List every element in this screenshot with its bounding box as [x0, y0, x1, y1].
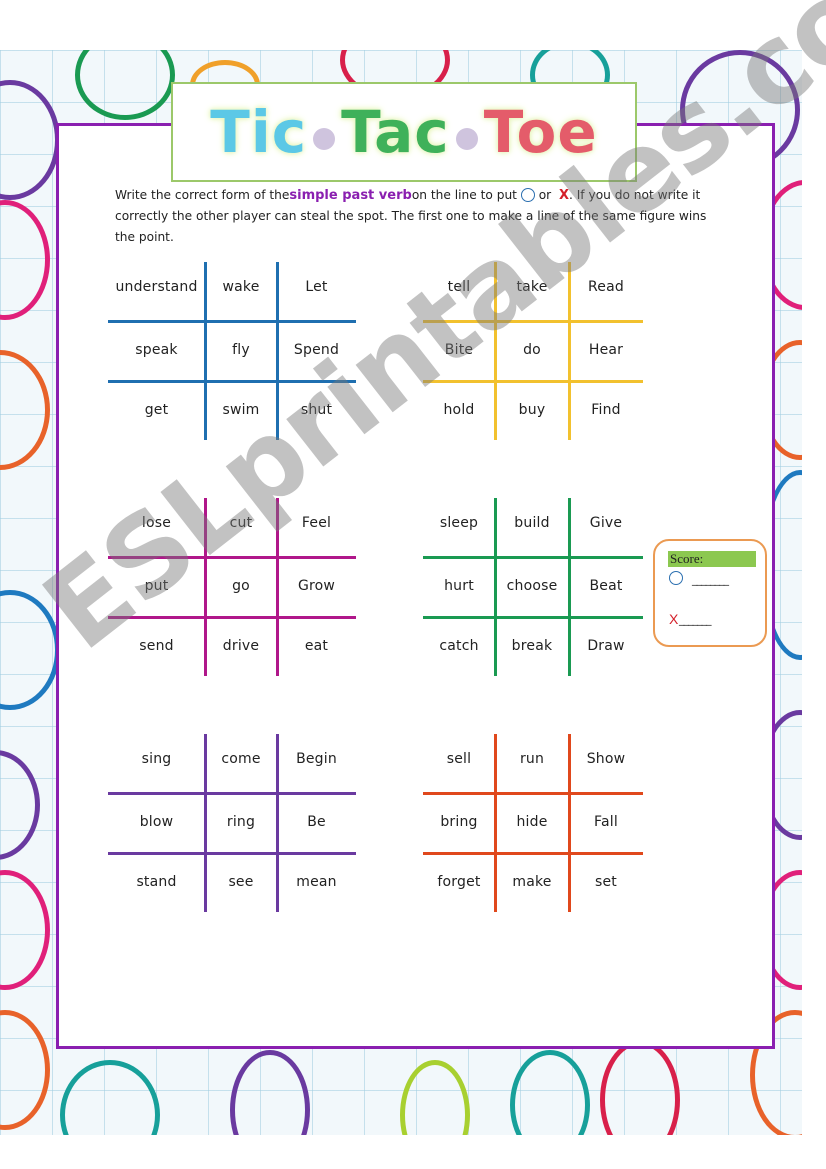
grid-cell[interactable]: put — [108, 557, 205, 615]
circle-score-line[interactable]: ________ — [692, 573, 729, 586]
page-title: Tic Tac Toe — [210, 98, 597, 166]
grid-cell[interactable]: fly — [205, 321, 277, 379]
grid-cell[interactable]: speak — [108, 321, 205, 379]
grid-cell[interactable]: build — [495, 494, 569, 552]
grid-cell[interactable]: Fall — [569, 793, 643, 851]
doodle-purple-face-icon — [230, 1050, 310, 1135]
grid-cell[interactable]: eat — [277, 617, 356, 675]
title-banner: Tic Tac Toe — [171, 82, 637, 182]
grid-cell[interactable]: run — [495, 730, 569, 788]
grid-cell[interactable]: ring — [205, 793, 277, 851]
grid-cell[interactable]: sleep — [423, 494, 495, 552]
grid-cell[interactable]: Draw — [569, 617, 643, 675]
instructions: Write the correct form of thesimple past… — [115, 185, 715, 248]
grid-cell[interactable]: wake — [205, 258, 277, 316]
doodle-green-face-icon — [75, 50, 175, 120]
title-word-toe: Toe — [483, 98, 598, 166]
grid-cell[interactable]: lose — [108, 494, 205, 552]
grid-cell[interactable]: come — [205, 730, 277, 788]
grid-cell[interactable]: mean — [277, 853, 356, 911]
grid-cell[interactable]: Give — [569, 494, 643, 552]
grid-cell[interactable]: take — [495, 258, 569, 316]
grid-cell[interactable]: get — [108, 381, 205, 439]
grid-cell[interactable]: tell — [423, 258, 495, 316]
grid-cell[interactable]: see — [205, 853, 277, 911]
doodle-orange-face-icon — [0, 350, 50, 470]
orange-grid: sell run Show bring hide Fall forget make set — [423, 734, 643, 912]
grid-cell[interactable]: make — [495, 853, 569, 911]
grid-cell[interactable]: Show — [569, 730, 643, 788]
grid-cell[interactable]: stand — [108, 853, 205, 911]
yellow-grid: tell take Read Bite do Hear hold buy Find — [423, 262, 643, 440]
title-word-tic: Tic — [210, 98, 308, 166]
score-label: Score: — [668, 551, 756, 567]
x-icon: X — [558, 188, 569, 203]
grid-cell[interactable]: hold — [423, 381, 495, 439]
doodle-purple-face-icon — [0, 80, 60, 200]
grid-cell[interactable]: hurt — [423, 557, 495, 615]
title-dot-icon — [313, 128, 336, 150]
instructions-or: or — [538, 188, 552, 202]
grid-cell[interactable]: Bite — [423, 321, 495, 379]
doodle-pink-face-icon — [0, 200, 50, 320]
grid-cell[interactable]: choose — [495, 557, 569, 615]
grid-cell[interactable]: forget — [423, 853, 495, 911]
grid-cell[interactable]: go — [205, 557, 277, 615]
doodle-teal-face-icon — [60, 1060, 160, 1135]
doodle-orange-face-icon — [0, 1010, 50, 1130]
x-score-line[interactable]: _______ — [679, 613, 711, 626]
doodle-teal-face-icon — [510, 1050, 590, 1135]
doodle-lime-face-icon — [400, 1060, 470, 1135]
grid-cell[interactable]: Find — [569, 381, 643, 439]
magenta-grid: lose cut Feel put go Grow send drive eat — [108, 498, 356, 676]
doodle-red-face-icon — [600, 1040, 680, 1135]
grid-cell[interactable]: break — [495, 617, 569, 675]
title-dot-icon — [455, 128, 478, 150]
blue-grid: understand wake Let speak fly Spend get swim shu… — [108, 262, 356, 440]
grid-cell[interactable]: Spend — [277, 321, 356, 379]
grid-cell[interactable]: swim — [205, 381, 277, 439]
score-box: Score: ________ X _______ — [653, 539, 767, 647]
title-word-tac: Tac — [341, 98, 450, 166]
x-icon: X — [669, 611, 679, 627]
instructions-highlight: simple past verb — [289, 188, 412, 203]
grid-cell[interactable]: catch — [423, 617, 495, 675]
grid-cell[interactable]: Beat — [569, 557, 643, 615]
grid-cell[interactable]: set — [569, 853, 643, 911]
grid-cell[interactable]: sing — [108, 730, 205, 788]
instructions-part1: Write the correct form of the — [115, 188, 290, 202]
green-grid: sleep build Give hurt choose Beat catch break Dr… — [423, 498, 643, 676]
grid-cell[interactable]: cut — [205, 494, 277, 552]
grid-cell[interactable]: Feel — [277, 494, 356, 552]
grid-cell[interactable]: understand — [108, 258, 205, 316]
grid-cell[interactable]: drive — [205, 617, 277, 675]
grid-cell[interactable]: Hear — [569, 321, 643, 379]
grid-cell[interactable]: blow — [108, 793, 205, 851]
circle-icon — [669, 571, 683, 585]
grid-cell[interactable]: Grow — [277, 557, 356, 615]
grid-cell[interactable]: Be — [277, 793, 356, 851]
grid-cell[interactable]: shut — [277, 381, 356, 439]
grid-cell[interactable]: send — [108, 617, 205, 675]
grid-cell[interactable]: hide — [495, 793, 569, 851]
grid-cell[interactable]: Begin — [277, 730, 356, 788]
grid-cell[interactable]: bring — [423, 793, 495, 851]
grid-cell[interactable]: do — [495, 321, 569, 379]
grid-cell[interactable]: Read — [569, 258, 643, 316]
purple-grid: sing come Begin blow ring Be stand see mean — [108, 734, 356, 912]
doodle-purple-face-icon — [0, 750, 40, 860]
grid-cell[interactable]: Let — [277, 258, 356, 316]
doodle-blue-face-icon — [0, 590, 60, 710]
grid-cell[interactable]: sell — [423, 730, 495, 788]
instructions-part2: on the line to put — [411, 188, 517, 202]
doodle-pink-face-icon — [0, 870, 50, 990]
grid-cell[interactable]: buy — [495, 381, 569, 439]
circle-icon — [520, 188, 535, 202]
